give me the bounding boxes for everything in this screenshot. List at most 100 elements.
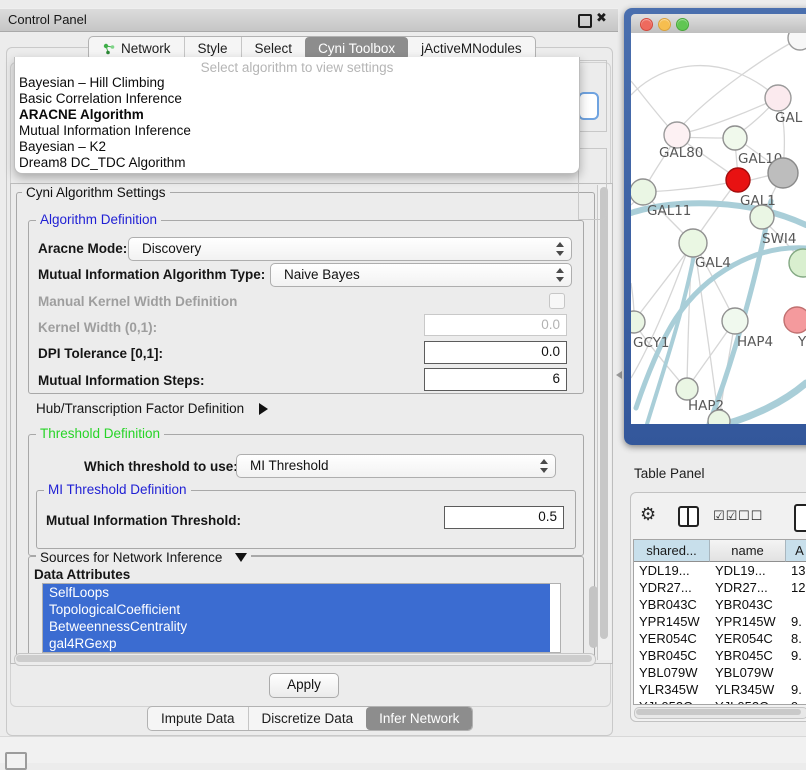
network-node-gal[interactable] [765, 85, 791, 111]
table-cell: YBR043C [710, 596, 786, 613]
obscured-focused-combo[interactable] [578, 92, 599, 120]
column-header-name[interactable]: name [710, 540, 786, 562]
settings-horizontal-scrollbar[interactable] [14, 653, 596, 666]
algorithm-option-aracne-algorithm[interactable]: ARACNE Algorithm [19, 107, 144, 123]
collapsed-panel-icon[interactable] [5, 752, 27, 770]
manual-kernel-checkbox[interactable] [549, 293, 565, 309]
table-cell: YDR27... [634, 579, 710, 596]
settings-vertical-scrollbar[interactable] [597, 185, 611, 660]
attribute-option-topologicalcoefficient[interactable]: TopologicalCoefficient [43, 601, 550, 618]
tab-infer-network[interactable]: Infer Network [366, 707, 472, 730]
tab-impute-data[interactable]: Impute Data [148, 707, 248, 730]
divider-collapse-arrow[interactable] [616, 371, 622, 379]
table-cell: YLR345W [634, 681, 710, 698]
mi-steps-input[interactable]: 6 [424, 368, 567, 391]
table-horizontal-scrollbar[interactable] [634, 707, 806, 719]
attribute-option-betweennesscentrality[interactable]: BetweennessCentrality [43, 618, 550, 635]
kernel-width-label: Kernel Width (0,1): [38, 320, 157, 335]
network-node-gal10[interactable] [723, 126, 747, 150]
control-panel-title: Control Panel [8, 9, 87, 31]
algorithm-option-bayesian-hill-climbing[interactable]: Bayesian – Hill Climbing [19, 75, 165, 91]
network-node-gcy1[interactable] [631, 311, 645, 333]
mi-threshold-input[interactable]: 0.5 [444, 506, 564, 529]
table-row[interactable]: YJL052CYJL052C9 [634, 698, 806, 705]
algorithm-dropdown: Select algorithm to view settings Bayesi… [14, 57, 580, 174]
network-node[interactable] [788, 33, 806, 50]
close-button[interactable] [640, 18, 653, 31]
minimize-button[interactable] [658, 18, 671, 31]
table-settings-gear-icon[interactable]: ⚙ [640, 504, 656, 525]
aracne-mode-select[interactable]: Discovery [128, 237, 572, 261]
show-columns-button[interactable] [678, 506, 699, 527]
network-node-hap4[interactable] [722, 308, 748, 334]
close-panel-button[interactable]: ✖ [596, 11, 607, 26]
table-row[interactable]: YER054CYER054C8. [634, 630, 806, 647]
table-cell: YER054C [710, 630, 786, 647]
column-header-a[interactable]: A [786, 540, 806, 562]
network-node-y[interactable] [784, 307, 806, 333]
attribute-option-gal4rgexp[interactable]: gal4RGexp [43, 635, 550, 652]
algorithm-option-mutual-information-inference[interactable]: Mutual Information Inference [19, 123, 191, 139]
float-panel-button[interactable] [578, 14, 592, 28]
network-node-hap2[interactable] [676, 378, 698, 400]
hub-definition-expander[interactable]: Hub/Transcription Factor Definition [36, 400, 268, 418]
function-builder-button[interactable] [794, 504, 806, 532]
tab-label: Impute Data [161, 708, 235, 730]
aracne-mode-value: Discovery [142, 238, 201, 260]
algorithm-option-basic-correlation-inference[interactable]: Basic Correlation Inference [19, 91, 182, 107]
network-node-gal4[interactable] [679, 229, 707, 257]
table-cell: 12 [786, 579, 806, 596]
tab-label: Infer Network [379, 708, 459, 730]
node-label: SWI4 [762, 231, 797, 247]
table-row[interactable]: YDL19...YDL19...13 [634, 562, 806, 579]
table-row[interactable]: YBR043CYBR043C [634, 596, 806, 613]
table-cell: 9. [786, 681, 806, 698]
manual-kernel-label: Manual Kernel Width Definition [38, 294, 237, 309]
network-canvas[interactable]: GALGAL80GAL10GAL1GAL11SWI4GAL4GCY1HAP4YH… [631, 33, 806, 424]
attribute-option-selfloops[interactable]: SelfLoops [43, 584, 550, 601]
dropdown-placeholder: Select algorithm to view settings [15, 60, 579, 75]
network-edge [631, 66, 778, 98]
sources-expander[interactable]: Sources for Network Inference [36, 549, 251, 567]
algorithm-option-bayesian-k2[interactable]: Bayesian – K2 [19, 139, 106, 155]
tab-discretize-data[interactable]: Discretize Data [248, 707, 367, 730]
network-edge [647, 182, 734, 192]
network-node[interactable] [789, 249, 806, 277]
mi-algorithm-type-select[interactable]: Naive Bayes [270, 263, 572, 287]
table-row[interactable]: YBL079WYBL079W [634, 664, 806, 681]
deselect-all-checks-icon[interactable]: ☐☐ [738, 509, 763, 524]
status-strip [0, 736, 806, 763]
chevron-down-icon [235, 553, 247, 562]
network-window-titlebar [631, 14, 806, 34]
column-header-shared[interactable]: shared... [634, 540, 710, 562]
node-label: GAL80 [659, 145, 703, 161]
kernel-width-input[interactable]: 0.0 [424, 314, 567, 336]
obscured-group-fragment-2 [578, 148, 607, 220]
zoom-button[interactable] [676, 18, 689, 31]
table-row[interactable]: YBR045CYBR045C9. [634, 647, 806, 664]
table-row[interactable]: YPR145WYPR145W9. [634, 613, 806, 630]
network-node[interactable] [768, 158, 798, 188]
table-header-row: shared...nameA [634, 540, 806, 562]
stepper-icon [556, 242, 563, 256]
algorithm-definition-title: Algorithm Definition [36, 213, 161, 227]
network-node-gal11[interactable] [631, 179, 656, 205]
apply-button[interactable]: Apply [269, 673, 339, 698]
node-label: Y [797, 334, 806, 350]
which-threshold-select[interactable]: MI Threshold [236, 454, 556, 478]
dpi-tolerance-input[interactable]: 0.0 [424, 341, 567, 364]
table-row[interactable]: YDR27...YDR27...12 [634, 579, 806, 596]
tab-label: Discretize Data [262, 708, 354, 730]
table-panel-title: Table Panel [634, 466, 705, 481]
network-node-swi4[interactable] [750, 205, 774, 229]
network-view-window: GALGAL80GAL10GAL1GAL11SWI4GAL4GCY1HAP4YH… [624, 8, 806, 445]
algorithm-option-dream8-dc-tdc-algorithm[interactable]: Dream8 DC_TDC Algorithm [19, 155, 186, 171]
network-node-gal1[interactable] [726, 168, 750, 192]
select-all-checks-icon[interactable]: ☑☑ [713, 509, 738, 524]
node-label: GAL [775, 110, 803, 126]
table-cell: YDR27... [710, 579, 786, 596]
mi-type-label: Mutual Information Algorithm Type: [38, 267, 265, 282]
table-row[interactable]: YLR345WYLR345W9. [634, 681, 806, 698]
table-cell: YPR145W [634, 613, 710, 630]
table-cell: YDL19... [634, 562, 710, 579]
